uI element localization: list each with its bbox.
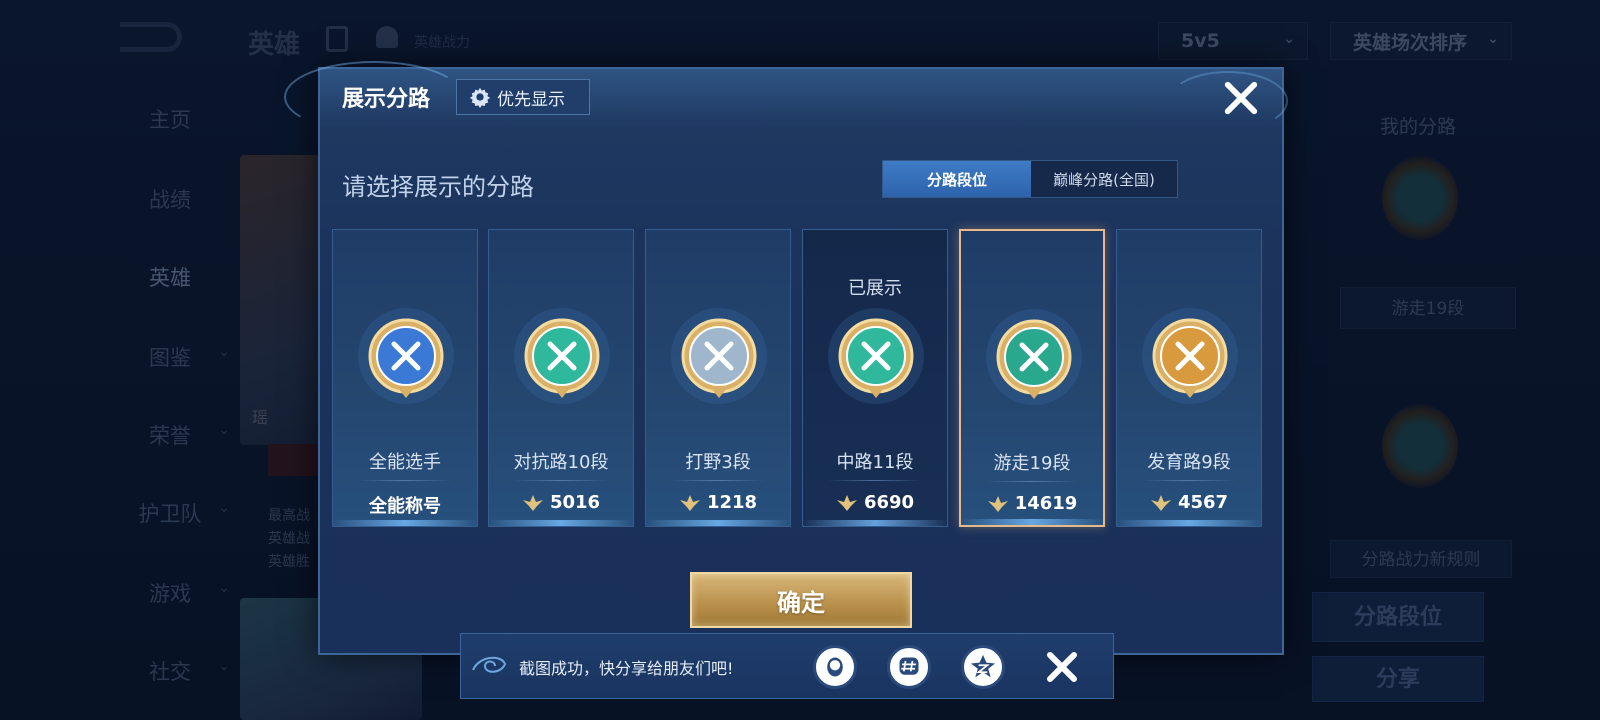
lane-power-text: 6690 (863, 492, 915, 513)
qzone-icon[interactable] (961, 645, 1005, 689)
lane-power-value: 4567 (1117, 492, 1261, 513)
lane-power-text: 1218 (706, 492, 758, 513)
qq-icon[interactable] (813, 645, 857, 689)
lane-power-value: 14619 (961, 493, 1103, 514)
divider (513, 480, 609, 481)
jungle-emblem-icon (669, 306, 769, 406)
power-icon (1150, 494, 1171, 511)
lane-card[interactable]: 发育路9段 4567 (1116, 229, 1262, 527)
power-icon (679, 494, 700, 511)
lane-rank-label: 游走19段 (993, 453, 1071, 474)
lane-power-value: 1218 (646, 492, 790, 513)
shown-label: 已展示 (848, 278, 902, 299)
swirl-icon (472, 656, 507, 673)
dialog-title: 展示分路 (342, 87, 431, 112)
clash-lane-emblem-icon (512, 306, 612, 406)
card-glow (961, 519, 1103, 525)
lane-tabs: 分路段位 巅峰分路(全国) (882, 160, 1178, 198)
card-glow (489, 520, 633, 526)
screenshot-toast: 截图成功，快分享给朋友们吧! (460, 633, 1114, 699)
tab-lane-rank[interactable]: 分路段位 (883, 161, 1031, 197)
confirm-button[interactable]: 确定 (690, 572, 912, 628)
farm-lane-emblem-icon (1140, 306, 1240, 406)
power-icon (836, 494, 857, 511)
dialog-subtitle: 请选择展示的分路 (342, 173, 534, 201)
lane-power-text: 4567 (1177, 492, 1229, 513)
card-glow (803, 520, 947, 526)
power-icon (987, 495, 1008, 512)
lane-power-value: 6690 (803, 492, 947, 513)
lane-rank-label: 中路11段 (836, 452, 914, 473)
toast-close-icon[interactable] (1045, 650, 1079, 684)
lane-display-dialog: 展示分路 优先显示 请选择展示的分路 分路段位 巅峰分路(全国) 全能选手全能称… (284, 61, 1288, 655)
priority-display-button[interactable]: 优先显示 (456, 79, 590, 115)
tab-peak-lane[interactable]: 巅峰分路(全国) (1031, 161, 1177, 197)
divider (1141, 480, 1237, 481)
lane-rank-label: 全能选手 (369, 452, 441, 473)
lane-card[interactable]: 已展示中路11段 6690 (802, 229, 948, 527)
lane-rank-label: 发育路9段 (1147, 452, 1231, 473)
lane-rank-label: 打野3段 (685, 452, 751, 473)
divider (670, 480, 766, 481)
divider (827, 480, 923, 481)
lane-rank-label: 对抗路10段 (513, 452, 609, 473)
all-round-emblem-icon (356, 306, 456, 406)
wechat-moments-icon[interactable] (887, 645, 931, 689)
divider (357, 480, 453, 481)
roam-emblem-icon (984, 307, 1084, 407)
toast-message: 截图成功，快分享给朋友们吧! (519, 659, 734, 678)
lane-card[interactable]: 游走19段 14619 (959, 229, 1105, 527)
lane-card[interactable]: 全能选手 全能称号 (332, 229, 478, 527)
lane-card[interactable]: 打野3段 1218 (645, 229, 791, 527)
divider (985, 481, 1079, 482)
gear-icon (469, 87, 491, 108)
power-icon (522, 494, 543, 511)
lane-power-text: 5016 (549, 492, 601, 513)
lane-power-value: 全能称号 (333, 492, 477, 518)
lane-card[interactable]: 对抗路10段 5016 (488, 229, 634, 527)
lane-power-value: 5016 (489, 492, 633, 513)
priority-display-label: 优先显示 (497, 89, 565, 110)
card-glow (646, 520, 790, 526)
lane-card-list: 全能选手 全能称号 对抗路10段 5016 打野3段 1218 已展示 中路11段 6690 游走… (332, 229, 1272, 529)
close-icon[interactable] (1222, 79, 1260, 117)
card-glow (1117, 520, 1261, 526)
mid-lane-emblem-icon (826, 306, 926, 406)
lane-power-text: 14619 (1014, 493, 1078, 514)
card-glow (333, 520, 477, 526)
lane-power-text: 全能称号 (369, 496, 441, 517)
